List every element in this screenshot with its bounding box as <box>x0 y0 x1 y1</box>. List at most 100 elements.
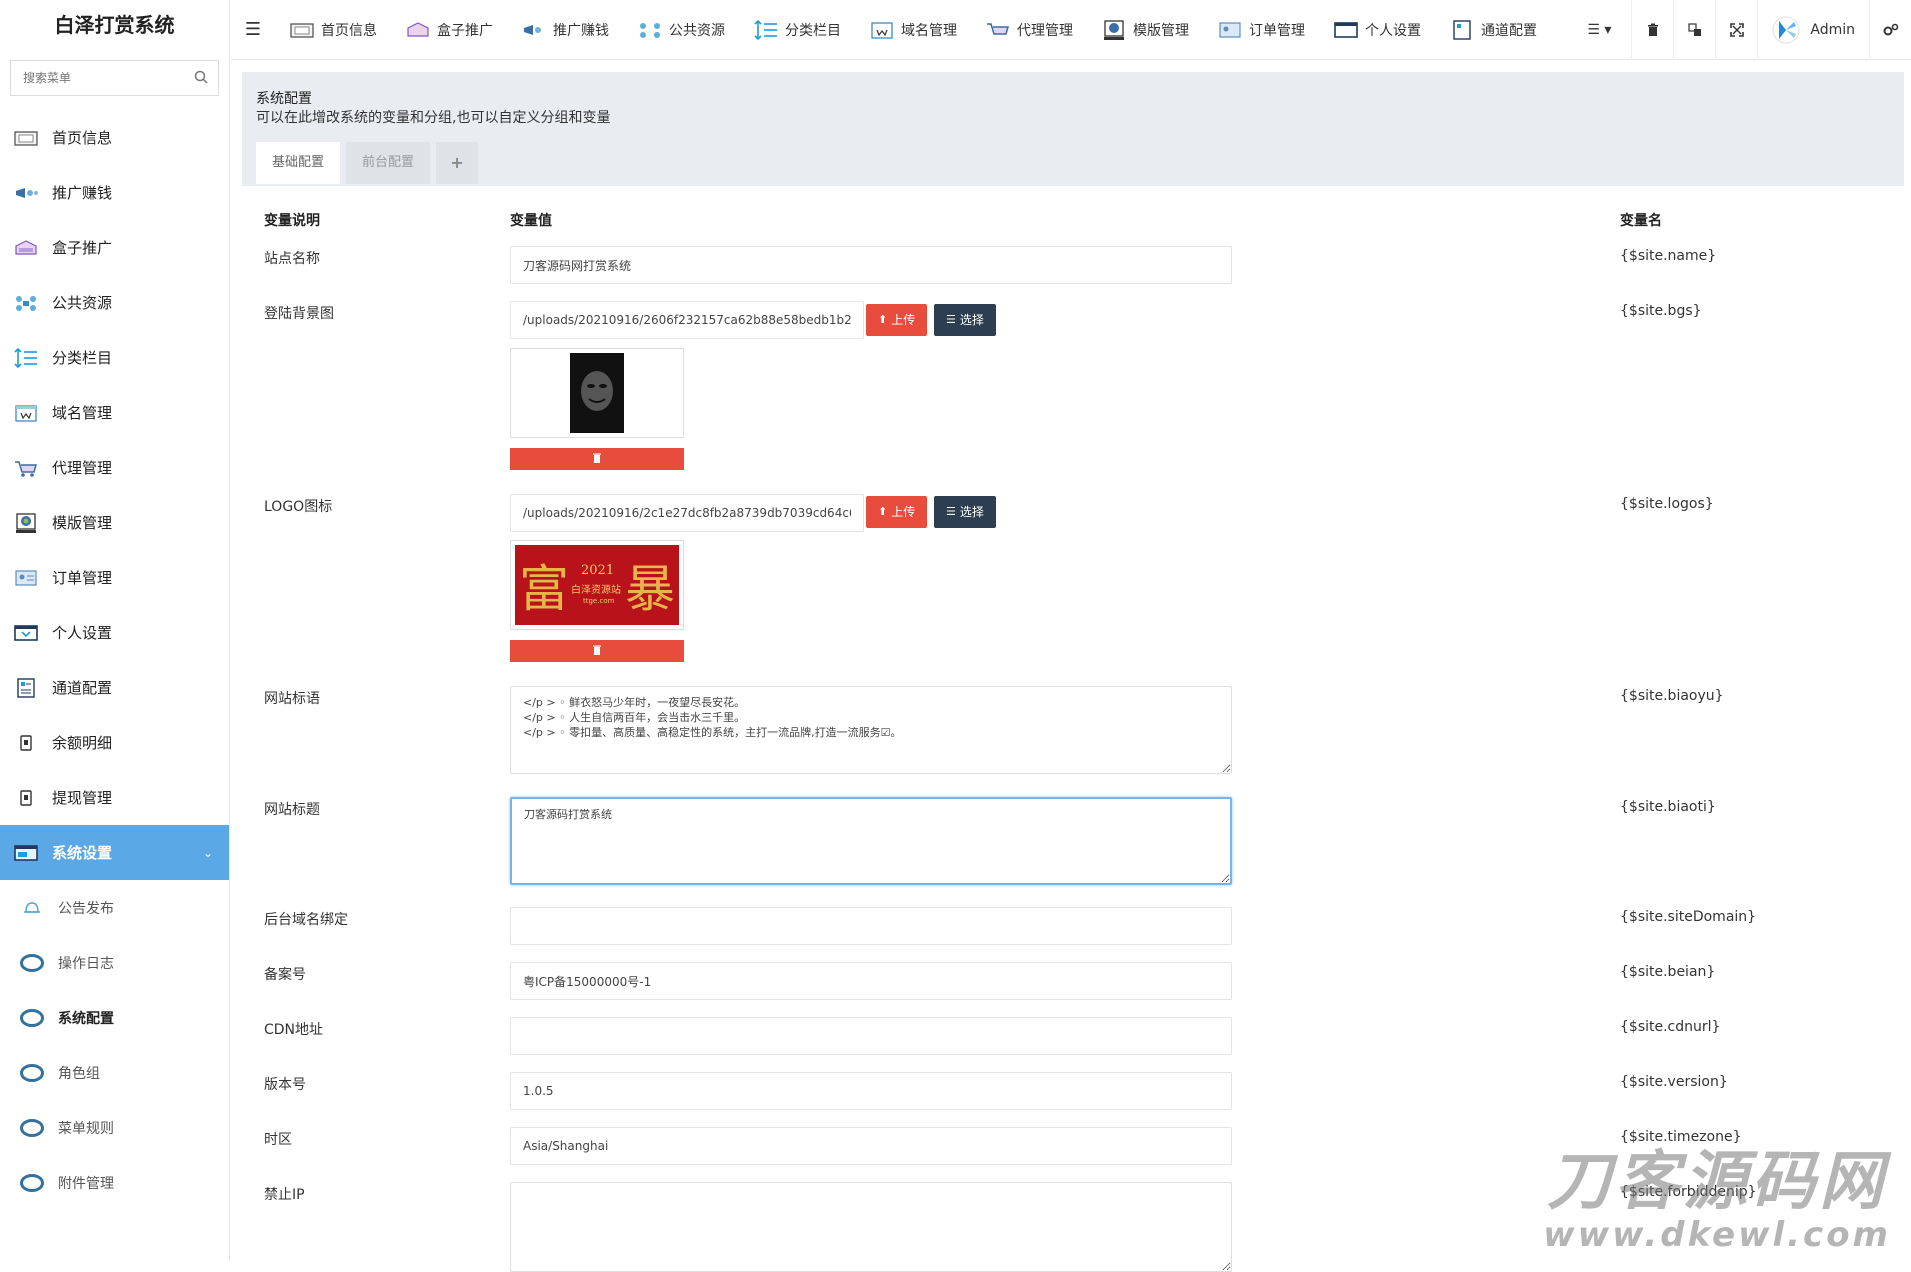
sidebar-item-box[interactable]: 盒子推广 <box>0 220 229 275</box>
chevron-down-icon[interactable]: ⌄ <box>203 846 213 860</box>
sidebar-subitem-label: 附件管理 <box>58 1173 114 1193</box>
sidebar-item-agent[interactable]: 代理管理 <box>0 440 229 495</box>
trash-icon <box>592 643 602 659</box>
topnav-label: 域名管理 <box>901 20 957 40</box>
watermark-main: 刀客源码网 <box>1543 1147 1891 1217</box>
topnav-profile[interactable]: 个人设置 <box>1319 0 1435 60</box>
forbiddenip-textarea[interactable] <box>510 1182 1232 1272</box>
language-icon[interactable] <box>1673 0 1715 60</box>
sidebar-item-profile[interactable]: 个人设置 <box>0 605 229 660</box>
sidebar-subitem-system-config[interactable]: 系统配置 <box>0 990 229 1045</box>
order-icon <box>12 566 40 590</box>
sidebar-subitem-log[interactable]: 操作日志 <box>0 935 229 990</box>
sidebar-item-category[interactable]: 分类栏目 <box>0 330 229 385</box>
sidebar-item-promote[interactable]: 推广赚钱 <box>0 165 229 220</box>
search-input[interactable] <box>11 61 218 95</box>
trash-icon[interactable] <box>1631 0 1673 60</box>
topnav-template[interactable]: 模版管理 <box>1087 0 1203 60</box>
profile-icon <box>12 621 40 645</box>
sidebar-item-withdraw[interactable]: 提现管理 <box>0 770 229 825</box>
circle-icon <box>20 954 44 972</box>
row-label-site-name: 站点名称 <box>264 248 320 268</box>
fullscreen-icon[interactable] <box>1715 0 1757 60</box>
sidebar-item-label: 分类栏目 <box>52 347 112 368</box>
cdnurl-input[interactable] <box>510 1017 1232 1055</box>
sidebar-item-label: 订单管理 <box>52 567 112 588</box>
gears-icon[interactable] <box>1869 0 1911 60</box>
sort-list-icon <box>12 346 40 370</box>
tab-basic-config[interactable]: 基础配置 <box>256 142 340 184</box>
row-label-forbiddenip: 禁止IP <box>264 1184 305 1204</box>
search-icon[interactable] <box>194 70 208 84</box>
tab-frontend-config[interactable]: 前台配置 <box>346 142 430 184</box>
logos-upload-button[interactable]: ⬆上传 <box>866 496 927 528</box>
topbar-actions: ☰ ▾ Admin <box>1567 0 1911 60</box>
bgs-upload-button[interactable]: ⬆上传 <box>866 304 927 336</box>
bgs-delete-button[interactable] <box>510 448 684 470</box>
sidebar-item-channel[interactable]: 通道配置 <box>0 660 229 715</box>
sidebar-item-label: 盒子推广 <box>52 237 112 258</box>
biaoyu-textarea[interactable]: </p > ◦ 鲜衣怒马少年时，一夜望尽長安花。 </p > ◦ 人生自信两百年… <box>510 686 1232 774</box>
topnav-agent[interactable]: 代理管理 <box>971 0 1087 60</box>
topnav-channel[interactable]: 通道配置 <box>1435 0 1551 60</box>
sidebar-item-template[interactable]: 模版管理 <box>0 495 229 550</box>
template-icon <box>12 511 40 535</box>
logos-path-input[interactable] <box>510 494 864 532</box>
topnav-home[interactable]: 首页信息 <box>275 0 391 60</box>
search-box[interactable] <box>10 60 219 96</box>
row-label-logos: LOGO图标 <box>264 496 332 516</box>
topnav-resources[interactable]: 公共资源 <box>623 0 739 60</box>
sidebar-subitem-label: 角色组 <box>58 1063 100 1083</box>
topnav-label: 通道配置 <box>1481 20 1537 40</box>
topnav-label: 推广赚钱 <box>553 20 609 40</box>
circle-icon <box>20 1119 44 1137</box>
version-input[interactable] <box>510 1072 1232 1110</box>
sidebar-subitem-menu-rules[interactable]: 菜单规则 <box>0 1100 229 1155</box>
avatar <box>1772 16 1800 44</box>
topnav-label: 公共资源 <box>669 20 725 40</box>
sidebar-subitem-role-group[interactable]: 角色组 <box>0 1045 229 1100</box>
logos-select-button[interactable]: ☰选择 <box>934 496 996 528</box>
upload-button-label: 上传 <box>891 304 915 336</box>
add-tab-button[interactable]: + <box>436 142 478 184</box>
topnav-box[interactable]: 盒子推广 <box>391 0 507 60</box>
user-name: Admin <box>1810 22 1855 38</box>
sidebar-item-home[interactable]: 首页信息 <box>0 110 229 165</box>
bgs-path-input[interactable] <box>510 301 864 339</box>
sidebar-subitem-attachments[interactable]: 附件管理 <box>0 1155 229 1210</box>
biaoti-textarea[interactable]: 刀客源码打赏系统 <box>510 797 1232 885</box>
select-button-label: 选择 <box>960 496 984 528</box>
logos-delete-button[interactable] <box>510 640 684 662</box>
sidebar-item-system-settings[interactable]: 系统设置 ⌄ <box>0 825 229 880</box>
beian-input[interactable] <box>510 962 1232 1000</box>
box-icon <box>405 19 431 41</box>
var-site-name: {$site.name} <box>1620 248 1716 264</box>
upload-icon: ⬆ <box>878 304 887 336</box>
home-monitor-icon <box>12 126 40 150</box>
hamburger-icon[interactable]: ☰ <box>231 19 275 40</box>
topnav-category[interactable]: 分类栏目 <box>739 0 855 60</box>
sidebar-subitem-label: 操作日志 <box>58 953 114 973</box>
sidebar: 白泽打赏系统 首页信息 推广赚钱 盒子推广 公共资源 分类栏目 <box>0 0 230 1261</box>
megaphone-icon <box>12 181 40 205</box>
topnav-domain[interactable]: 域名管理 <box>855 0 971 60</box>
site-domain-input[interactable] <box>510 907 1232 945</box>
megaphone-icon <box>521 19 547 41</box>
timezone-input[interactable] <box>510 1127 1232 1165</box>
sidebar-subitem-announcement[interactable]: 公告发布 <box>0 880 229 935</box>
topnav-orders[interactable]: 订单管理 <box>1203 0 1319 60</box>
sidebar-item-resources[interactable]: 公共资源 <box>0 275 229 330</box>
bgs-select-button[interactable]: ☰选择 <box>934 304 996 336</box>
settings-window-icon <box>12 841 40 865</box>
row-label-cdnurl: CDN地址 <box>264 1019 323 1039</box>
sidebar-item-domain[interactable]: 域名管理 <box>0 385 229 440</box>
more-menu-icon[interactable]: ☰ ▾ <box>1567 0 1631 60</box>
sidebar-item-balance[interactable]: 余额明细 <box>0 715 229 770</box>
trash-icon <box>592 451 602 467</box>
circle-icon <box>20 1174 44 1192</box>
top-navbar: ☰ 首页信息 盒子推广 推广赚钱 公共资源 分类栏目 域名管理 代理管理 模版管… <box>231 0 1911 60</box>
sidebar-item-orders[interactable]: 订单管理 <box>0 550 229 605</box>
topnav-promote[interactable]: 推广赚钱 <box>507 0 623 60</box>
user-menu[interactable]: Admin <box>1757 0 1869 60</box>
site-name-input[interactable] <box>510 246 1232 284</box>
